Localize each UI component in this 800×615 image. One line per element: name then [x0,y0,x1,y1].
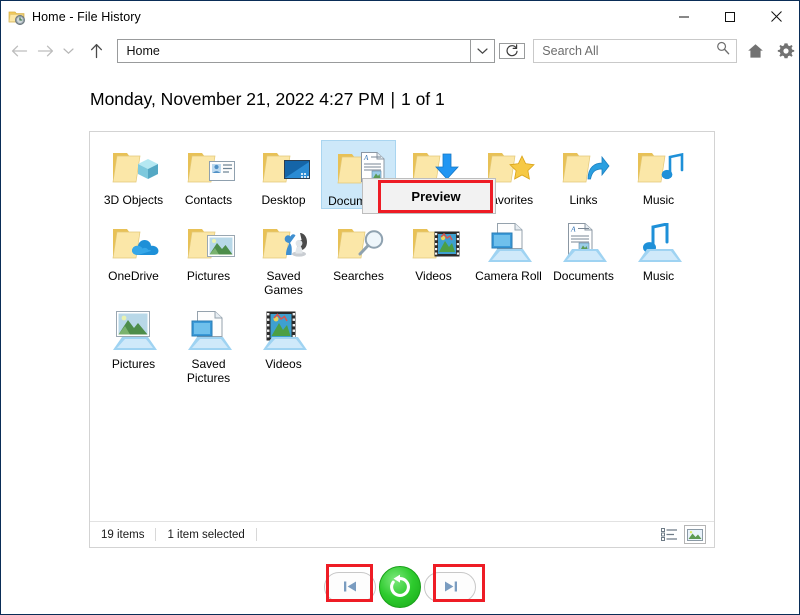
chevron-down-icon[interactable] [59,36,79,66]
search-icon[interactable] [716,41,730,60]
backup-counter: 1 of 1 [400,89,445,109]
file-item[interactable]: Pictures [171,216,246,297]
file-item[interactable]: Music [621,140,696,209]
file-item-label: Music [642,269,675,283]
file-item-label: Saved Games [264,269,303,297]
timestamp-header: Monday, November 21, 2022 4:27 PM | 1 of 1 [90,89,445,110]
file-item[interactable]: Pictures [96,304,171,385]
window-title: Home - File History [32,9,141,24]
title-bar[interactable]: Home - File History [1,1,799,32]
file-item-label: Links [569,193,598,207]
restore-circular-arrow-icon [390,574,410,597]
folder-desktop-icon [259,144,310,190]
library-music-icon [634,220,684,266]
folder-videos-icon [409,220,459,266]
folder-music-icon [634,144,684,190]
back-button[interactable] [7,36,33,66]
refresh-icon[interactable] [499,42,526,59]
folder-saved-games-icon [259,220,309,266]
folder-contacts-icon [184,144,235,190]
arrow-up-icon[interactable] [84,36,110,66]
folder-history-icon [8,8,26,26]
file-item[interactable]: Links [546,140,621,209]
item-count-label: 19 items [101,528,145,541]
file-item[interactable]: Searches [321,216,396,297]
maximize-button[interactable] [707,1,753,32]
address-input[interactable]: Home [117,38,472,63]
file-item[interactable]: Music [621,216,696,297]
highlight-box-previous [326,564,373,602]
folder-searches-icon [334,220,384,266]
forward-button[interactable] [33,36,59,66]
file-item[interactable]: 3D Objects [96,140,171,209]
address-bar[interactable]: Home [117,38,496,63]
file-item-label: Documents [553,269,614,283]
file-item-label: Videos [415,269,452,283]
file-item[interactable]: Desktop [246,140,321,209]
file-item-label: Music [642,193,675,207]
file-item-label: Camera Roll [475,269,542,283]
highlight-box-next [433,564,485,602]
selection-label: 1 item selected [167,528,245,541]
library-camera-roll-icon [484,220,534,266]
file-item[interactable]: Contacts [171,140,246,209]
folder-pictures-icon [184,220,235,266]
folder-onedrive-icon [109,220,159,266]
library-documents-icon: A [559,220,609,266]
file-item[interactable]: Videos [246,304,321,385]
backup-date-text: Monday, November 21, 2022 4:27 PM [90,89,385,109]
status-divider-2 [255,528,257,541]
file-item-label: 3D Objects [103,193,164,207]
file-item[interactable]: Camera Roll [471,216,546,297]
header-separator: | [390,89,395,109]
file-item-label: Searches [333,269,384,283]
file-item-label: Pictures [111,357,156,371]
minimize-button[interactable] [661,1,707,32]
folder-3d-objects-icon [109,144,159,190]
status-bar: 19 items 1 item selected [90,521,714,547]
svg-text:A: A [570,225,576,234]
file-item-label: Pictures [186,269,231,283]
details-view-icon[interactable] [658,525,680,544]
svg-text:A: A [363,154,369,162]
file-item[interactable]: A Documents [546,216,621,297]
bottom-navigation-bar [1,559,799,614]
gear-icon[interactable] [773,38,799,64]
address-dropdown-chevron-down-icon[interactable] [471,38,496,63]
file-item-label: Videos [265,357,302,371]
search-placeholder: Search All [542,43,599,58]
view-mode-buttons [658,525,706,544]
file-history-window: Home - File History Home Search All Mond… [0,0,800,615]
large-icons-view-icon[interactable] [684,525,706,544]
library-videos-icon [259,308,309,354]
search-input[interactable]: Search All [533,38,738,63]
folder-links-icon [559,144,610,190]
window-controls [661,1,799,32]
highlight-box-preview [378,180,493,213]
library-pictures-icon [109,308,159,354]
file-item[interactable]: OneDrive [96,216,171,297]
file-item-label: OneDrive [108,269,159,283]
restore-button[interactable] [379,565,421,608]
file-item-label: Desktop [261,193,306,207]
file-item[interactable]: Videos [396,216,471,297]
close-button[interactable] [753,1,799,32]
file-item[interactable]: Saved Games [246,216,321,297]
file-item-label: Contacts [184,193,233,207]
file-item-label: Saved Pictures [186,357,231,385]
library-saved-pictures-icon [184,308,234,354]
file-item[interactable]: Saved Pictures [171,304,246,385]
navigation-toolbar: Home Search All [1,32,799,69]
home-icon[interactable] [742,38,768,64]
